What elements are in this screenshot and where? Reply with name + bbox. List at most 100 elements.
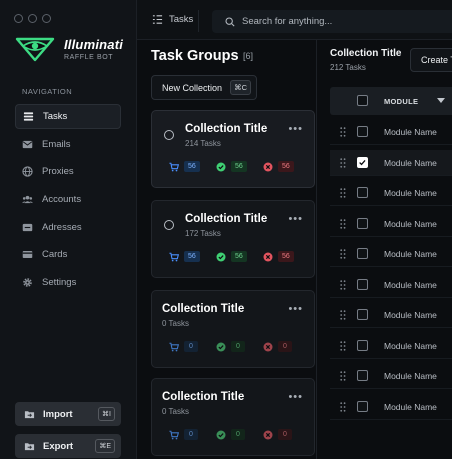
row-checkbox[interactable] xyxy=(357,370,368,381)
drag-handle-icon[interactable] xyxy=(340,310,346,320)
folder-export-icon xyxy=(24,442,35,450)
new-collection-button[interactable]: New Collection ⌘C xyxy=(151,75,257,100)
import-button[interactable]: Import ⌘I xyxy=(15,402,121,426)
row-checkbox[interactable] xyxy=(357,187,368,198)
stat-carted: 0 xyxy=(169,429,216,440)
row-checkbox[interactable] xyxy=(357,309,368,320)
drag-handle-icon[interactable] xyxy=(340,218,346,229)
module-name: Module Name xyxy=(384,249,437,259)
table-row[interactable]: Module Name xyxy=(330,333,452,359)
breadcrumb-label: Tasks xyxy=(169,14,194,25)
drag-handle-icon[interactable] xyxy=(340,157,346,168)
create-task-button[interactable]: Create Task xyxy=(410,48,452,72)
row-checkbox[interactable] xyxy=(357,156,368,168)
window-controls xyxy=(14,14,51,23)
users-icon xyxy=(22,195,33,204)
sidebar-item-tasks[interactable]: Tasks xyxy=(15,104,121,129)
maximize-window-button[interactable] xyxy=(42,14,51,23)
sidebar-item-label: Tasks xyxy=(43,111,68,122)
minimize-window-button[interactable] xyxy=(28,14,37,23)
row-checkbox[interactable] xyxy=(357,278,368,290)
error-circle-icon xyxy=(263,430,273,439)
table-row[interactable]: Module Name xyxy=(330,241,452,267)
row-checkbox[interactable] xyxy=(357,248,368,259)
credit-card-icon xyxy=(22,251,33,259)
table-row[interactable]: Module Name xyxy=(330,149,452,176)
task-groups-panel: Task Groups [6] New Collection ⌘C Collec… xyxy=(137,40,317,459)
export-button[interactable]: Export ⌘E xyxy=(15,434,121,458)
stat-success: 0 xyxy=(216,429,263,440)
stat-carted: 56 xyxy=(169,251,216,262)
collection-task-count: 212 Tasks xyxy=(330,63,366,72)
search-bar[interactable] xyxy=(212,10,452,33)
more-options-icon[interactable]: ••• xyxy=(288,213,303,225)
carted-count-badge: 0 xyxy=(184,429,198,440)
table-row[interactable]: Module Name xyxy=(330,180,452,206)
table-row[interactable]: Module Name xyxy=(330,363,452,389)
drag-handle-icon[interactable] xyxy=(340,371,346,381)
folder-import-icon xyxy=(24,410,35,418)
table-row[interactable]: Module Name xyxy=(330,272,452,298)
collection-radio[interactable] xyxy=(164,130,174,140)
drag-handle-icon[interactable] xyxy=(340,401,346,412)
task-groups-count: [6] xyxy=(243,51,254,61)
module-name: Module Name xyxy=(384,340,437,351)
row-checkbox[interactable] xyxy=(357,126,368,137)
success-count-badge: 56 xyxy=(231,251,247,262)
tasks-icon xyxy=(23,112,34,121)
sidebar-item-adresses[interactable]: Adresses xyxy=(15,215,121,240)
drag-handle-icon[interactable] xyxy=(340,279,346,290)
more-options-icon[interactable]: ••• xyxy=(288,391,303,403)
carted-count-badge: 56 xyxy=(184,161,200,172)
nav-list: Tasks Emails Proxies Accounts Adresses C… xyxy=(15,104,121,298)
collection-card[interactable]: Collection Title 0 Tasks ••• 0 0 0 xyxy=(151,378,315,456)
list-icon xyxy=(152,15,163,24)
drag-handle-icon[interactable] xyxy=(340,127,346,137)
collection-title: Collection Title xyxy=(330,48,402,59)
sidebar-item-accounts[interactable]: Accounts xyxy=(15,187,121,212)
more-options-icon[interactable]: ••• xyxy=(288,123,303,135)
breadcrumb[interactable]: Tasks xyxy=(152,14,193,25)
divider xyxy=(198,10,199,32)
stat-failed: 56 xyxy=(263,251,310,262)
sidebar-item-cards[interactable]: Cards xyxy=(15,242,121,267)
drag-handle-icon[interactable] xyxy=(340,188,346,198)
close-window-button[interactable] xyxy=(14,14,23,23)
check-icon xyxy=(359,159,366,165)
collection-card-subtitle: 214 Tasks xyxy=(185,139,221,148)
column-header-module[interactable]: MODULE xyxy=(384,97,418,106)
row-checkbox[interactable] xyxy=(357,339,368,351)
collection-radio[interactable] xyxy=(164,220,174,230)
collection-card[interactable]: Collection Title 172 Tasks ••• 56 56 56 xyxy=(151,200,315,278)
illuminati-eye-icon xyxy=(15,37,55,62)
table-header: MODULE xyxy=(330,87,452,115)
stat-success: 0 xyxy=(216,341,263,352)
chevron-down-icon[interactable] xyxy=(437,98,445,103)
cart-icon xyxy=(169,162,179,171)
stat-carted: 0 xyxy=(169,341,216,352)
sidebar-item-settings[interactable]: Settings xyxy=(15,270,121,295)
drag-handle-icon[interactable] xyxy=(340,340,346,351)
drag-handle-icon[interactable] xyxy=(340,249,346,259)
sidebar-item-label: Settings xyxy=(42,277,77,289)
export-shortcut: ⌘E xyxy=(95,439,115,453)
module-name: Module Name xyxy=(384,371,437,381)
sidebar-item-proxies[interactable]: Proxies xyxy=(15,159,121,184)
table-row[interactable]: Module Name xyxy=(330,302,452,328)
cart-icon xyxy=(169,430,179,439)
stat-success: 56 xyxy=(216,251,263,262)
search-input[interactable] xyxy=(242,16,442,27)
select-all-checkbox[interactable] xyxy=(357,95,368,106)
row-checkbox[interactable] xyxy=(357,217,368,229)
stat-failed: 0 xyxy=(263,429,310,440)
table-row[interactable]: Module Name xyxy=(330,211,452,237)
more-options-icon[interactable]: ••• xyxy=(288,303,303,315)
sidebar-item-emails[interactable]: Emails xyxy=(15,132,121,157)
table-row[interactable]: Module Name xyxy=(330,119,452,145)
collection-card[interactable]: Collection Title 214 Tasks ••• 56 56 56 xyxy=(151,110,315,188)
row-checkbox[interactable] xyxy=(357,400,368,412)
collection-card[interactable]: Collection Title 0 Tasks ••• 0 0 0 xyxy=(151,290,315,368)
table-row[interactable]: Module Name xyxy=(330,394,452,420)
success-count-badge: 0 xyxy=(231,341,245,352)
carted-count-badge: 56 xyxy=(184,251,200,262)
